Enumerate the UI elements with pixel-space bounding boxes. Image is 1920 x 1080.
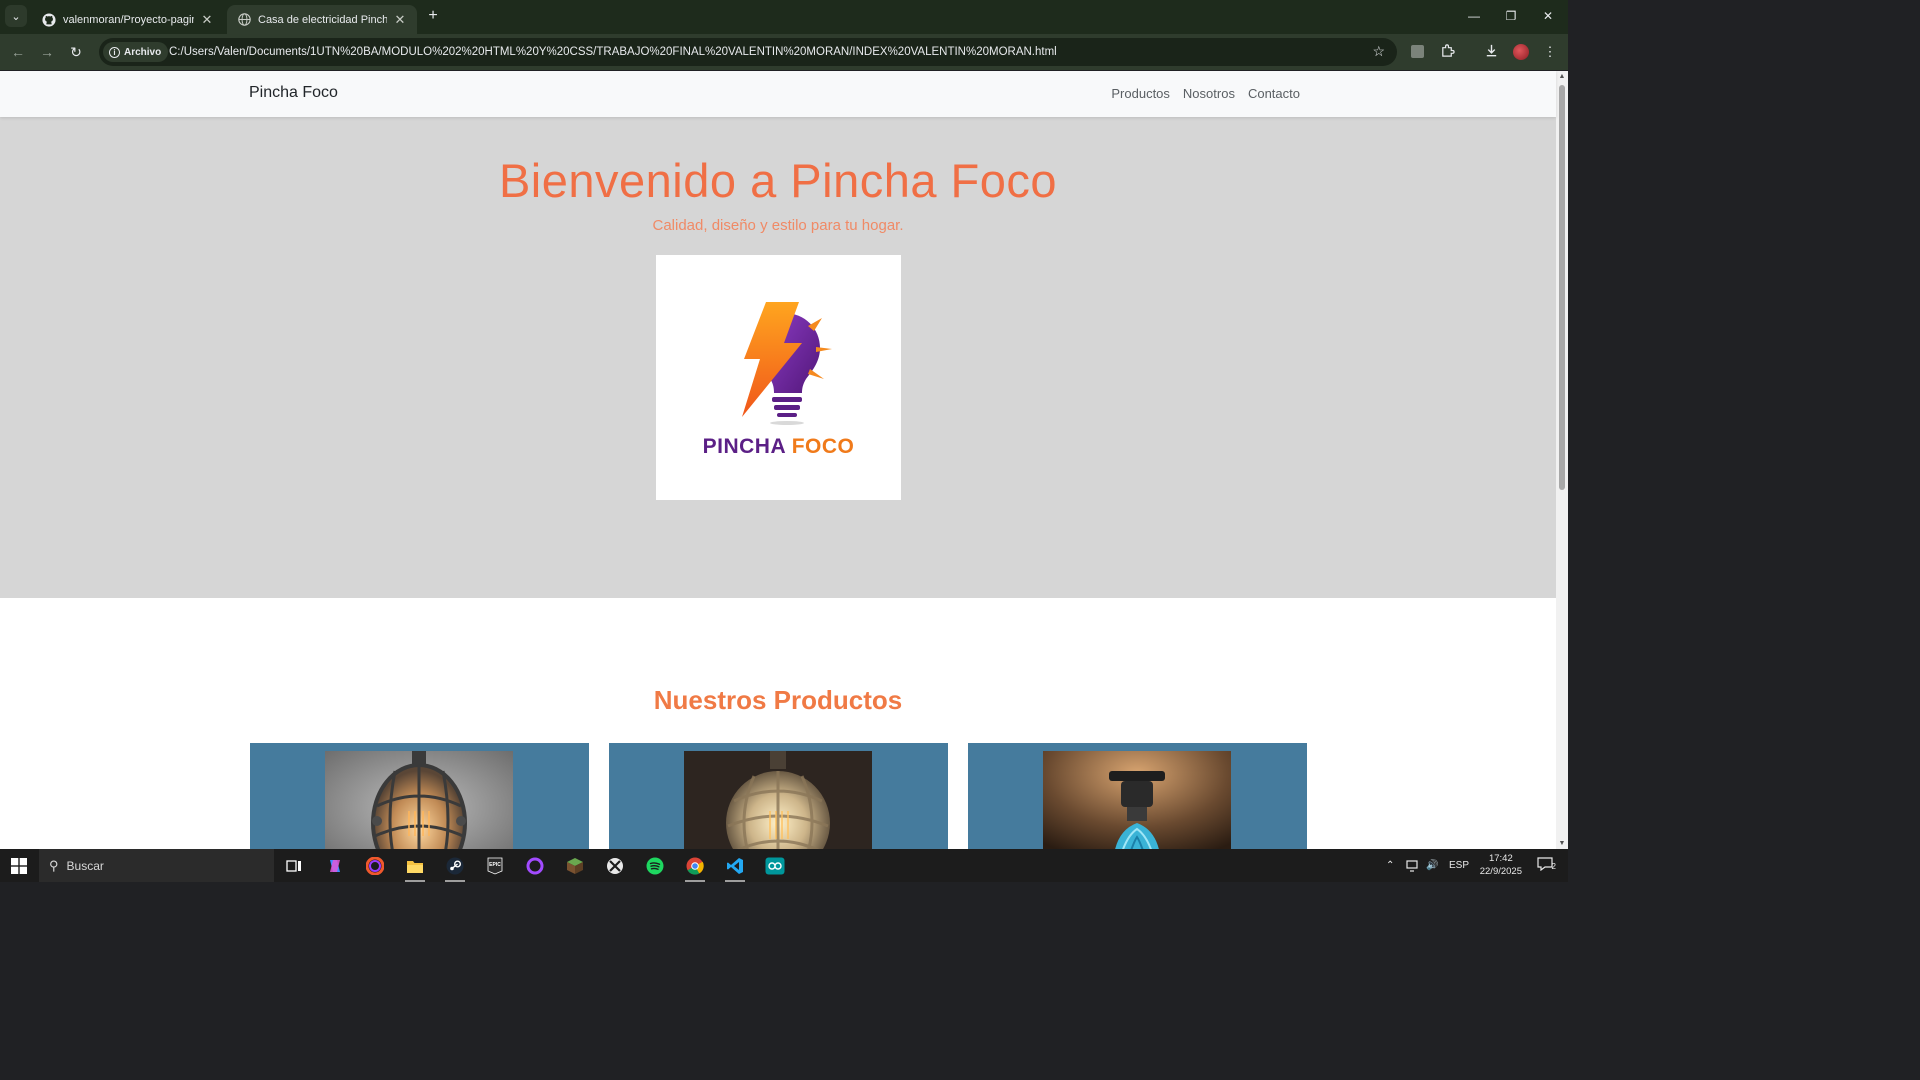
product-card[interactable] bbox=[609, 743, 948, 849]
close-icon[interactable]: ✕ bbox=[393, 12, 407, 28]
site-navbar: Pincha Foco Productos Nosotros Contacto bbox=[0, 71, 1556, 117]
page-viewport: Pincha Foco Productos Nosotros Contacto … bbox=[0, 71, 1568, 849]
new-tab-button[interactable]: + bbox=[424, 7, 442, 25]
product-card[interactable] bbox=[968, 743, 1307, 849]
site-brand[interactable]: Pincha Foco bbox=[249, 84, 338, 102]
network-icon[interactable] bbox=[1406, 849, 1420, 882]
svg-text:EPIC: EPIC bbox=[489, 862, 501, 868]
epic-games-icon[interactable]: EPIC bbox=[483, 854, 507, 878]
hero-section: Bienvenido a Pincha Foco Calidad, diseño… bbox=[0, 117, 1556, 598]
window-close-icon[interactable]: ✕ bbox=[1533, 6, 1563, 26]
browser-toolbar: ← → ↻ i Archivo C:/Users/Valen/Documents… bbox=[0, 34, 1568, 70]
tab-github[interactable]: valenmoran/Proyecto-pagina-d ✕ bbox=[32, 5, 224, 34]
product-image-blue-glass-pendant bbox=[1043, 751, 1231, 849]
clock-time: 17:42 bbox=[1488, 853, 1513, 864]
nav-link-contacto[interactable]: Contacto bbox=[1248, 86, 1300, 101]
windows-start-icon[interactable] bbox=[0, 849, 38, 882]
logo-wordmark: PINCHA FOCO bbox=[656, 435, 901, 459]
steam-icon[interactable] bbox=[443, 854, 467, 882]
scroll-up-arrow-icon[interactable]: ▲ bbox=[1558, 73, 1566, 80]
logo-word-foco: FOCO bbox=[791, 435, 855, 458]
menu-kebab-icon[interactable]: ⋮ bbox=[1541, 43, 1559, 61]
language-indicator[interactable]: ESP bbox=[1449, 849, 1469, 882]
minimize-icon[interactable]: — bbox=[1459, 6, 1489, 26]
notification-icon[interactable]: 2 bbox=[1536, 857, 1556, 873]
windows-taskbar: ⚲ Buscar EPIC ⌃ 🔊 ESP 17:42 22/9/2025 2 bbox=[0, 849, 1568, 882]
logo-word-pincha: PINCHA bbox=[702, 435, 786, 458]
scrollbar-thumb[interactable] bbox=[1559, 85, 1565, 490]
product-card[interactable] bbox=[250, 743, 589, 849]
close-icon[interactable]: ✕ bbox=[200, 12, 214, 28]
browser-tabstrip: ⌄ valenmoran/Proyecto-pagina-d ✕ Casa de… bbox=[0, 0, 1568, 34]
tray-chevron-up-icon[interactable]: ⌃ bbox=[1386, 849, 1394, 882]
copilot-icon[interactable] bbox=[323, 854, 347, 878]
clock-date: 22/9/2025 bbox=[1479, 866, 1522, 877]
tab-title: Casa de electricidad Pincha Foco bbox=[258, 13, 387, 26]
hero-subtitle: Calidad, diseño y estilo para tu hogar. bbox=[652, 217, 904, 234]
xbox-icon[interactable] bbox=[603, 854, 627, 878]
github-icon bbox=[42, 12, 56, 27]
address-bar[interactable]: i Archivo C:/Users/Valen/Documents/1UTN%… bbox=[99, 38, 1397, 66]
download-icon[interactable] bbox=[1482, 43, 1500, 61]
arduino-icon[interactable] bbox=[763, 854, 787, 878]
chevron-down-icon: ⌄ bbox=[11, 10, 21, 23]
restore-icon[interactable]: ❐ bbox=[1496, 6, 1526, 26]
nav-link-nosotros[interactable]: Nosotros bbox=[1183, 86, 1235, 101]
products-title: Nuestros Productos bbox=[653, 685, 903, 715]
notification-count: 2 bbox=[1551, 862, 1556, 871]
taskbar-search[interactable]: ⚲ Buscar bbox=[39, 849, 274, 882]
volume-icon[interactable]: 🔊 bbox=[1426, 849, 1438, 882]
spotify-icon[interactable] bbox=[643, 854, 667, 878]
tab-search-button[interactable]: ⌄ bbox=[5, 5, 27, 27]
profile-avatar[interactable] bbox=[1512, 43, 1530, 61]
info-icon: i bbox=[109, 46, 120, 58]
task-view-icon[interactable] bbox=[282, 854, 306, 878]
tab-title: valenmoran/Proyecto-pagina-d bbox=[63, 13, 194, 26]
chrome-icon[interactable] bbox=[683, 854, 707, 882]
opera-icon[interactable] bbox=[363, 854, 387, 878]
hero-title: Bienvenido a Pincha Foco bbox=[498, 154, 1058, 207]
nav-link-productos[interactable]: Productos bbox=[1111, 86, 1170, 101]
back-arrow-icon[interactable]: ← bbox=[8, 42, 28, 62]
product-image-vintage-bulb-lattice bbox=[684, 751, 872, 849]
taskbar-search-placeholder: Buscar bbox=[66, 858, 104, 873]
product-image-vintage-bulb-caged bbox=[325, 751, 513, 849]
scroll-down-arrow-icon[interactable]: ▼ bbox=[1558, 840, 1566, 847]
site-info-label: Archivo bbox=[124, 46, 162, 58]
search-icon: ⚲ bbox=[49, 857, 59, 873]
file-explorer-icon[interactable] bbox=[403, 854, 427, 882]
site-info-chip[interactable]: i Archivo bbox=[103, 42, 169, 62]
taskbar-clock[interactable]: 17:42 22/9/2025 bbox=[1480, 852, 1522, 878]
puzzle-extensions-icon[interactable] bbox=[1438, 43, 1456, 61]
minecraft-icon[interactable] bbox=[563, 854, 587, 878]
nav-links: Productos Nosotros Contacto bbox=[1111, 86, 1300, 101]
url-text[interactable]: C:/Users/Valen/Documents/1UTN%20BA/MODUL… bbox=[169, 38, 1057, 66]
bulb-bolt-icon bbox=[742, 302, 832, 425]
globe-icon bbox=[237, 13, 251, 27]
page-scrollbar[interactable]: ▲ ▼ bbox=[1556, 71, 1568, 849]
logo-image: PINCHA FOCO bbox=[656, 255, 901, 500]
forward-arrow-icon[interactable]: → bbox=[37, 42, 57, 62]
extension-icon[interactable] bbox=[1408, 43, 1426, 61]
bookmark-star-icon[interactable]: ☆ bbox=[1372, 43, 1385, 60]
reload-icon[interactable]: ↻ bbox=[66, 42, 86, 62]
tab-pincha-foco[interactable]: Casa de electricidad Pincha Foco ✕ bbox=[227, 5, 417, 34]
circle-app-icon[interactable] bbox=[523, 854, 547, 878]
vscode-icon[interactable] bbox=[723, 854, 747, 882]
